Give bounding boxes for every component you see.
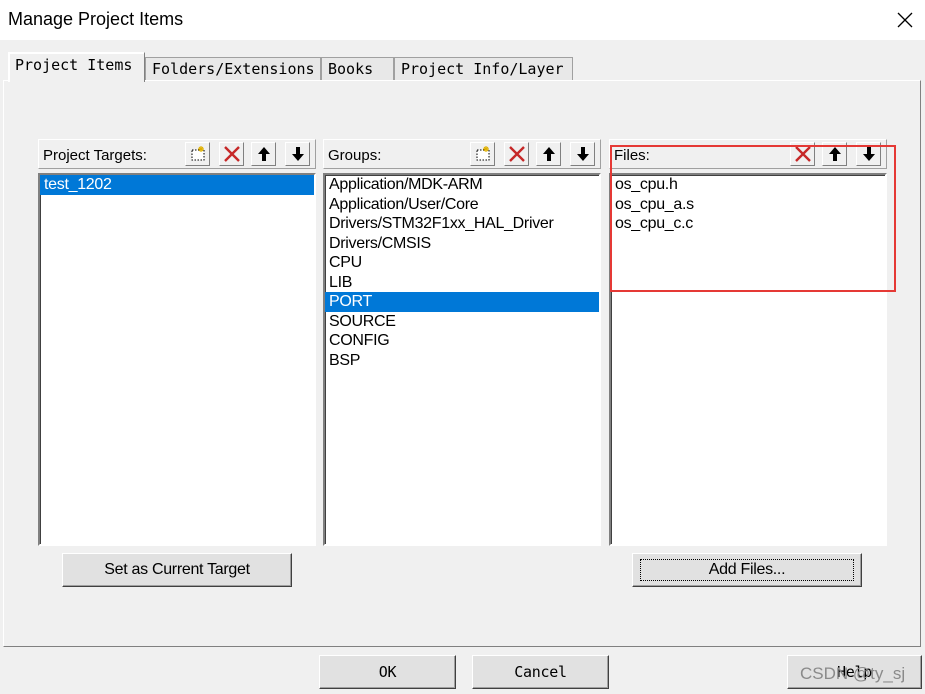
title-bar: Manage Project Items xyxy=(0,0,925,40)
tab-project-info-layer[interactable]: Project Info/Layer xyxy=(394,57,573,81)
add-files-button[interactable]: Add Files... xyxy=(632,553,862,587)
arrow-down-icon xyxy=(862,147,875,161)
cancel-label: Cancel xyxy=(514,663,567,681)
list-item-group[interactable]: Application/MDK-ARM xyxy=(325,175,599,195)
tab-folders-extensions[interactable]: Folders/Extensions xyxy=(145,57,321,81)
arrow-up-icon xyxy=(828,147,841,161)
new-target-button[interactable] xyxy=(185,142,210,166)
groups-label: Groups: xyxy=(328,147,382,164)
list-item-group[interactable]: Application/User/Core xyxy=(325,195,599,215)
cancel-button[interactable]: Cancel xyxy=(472,655,609,689)
ok-button[interactable]: OK xyxy=(319,655,456,689)
list-item-group[interactable]: Drivers/STM32F1xx_HAL_Driver xyxy=(325,214,599,234)
close-icon xyxy=(897,12,913,28)
move-file-down-button[interactable] xyxy=(856,142,881,166)
list-item-group[interactable]: CONFIG xyxy=(325,331,599,351)
list-item-target[interactable]: test_1202 xyxy=(40,175,314,195)
list-item-group[interactable]: BSP xyxy=(325,351,599,371)
arrow-up-icon xyxy=(542,147,555,161)
ok-label: OK xyxy=(378,663,397,681)
files-header: Files: xyxy=(609,139,887,169)
list-item-group[interactable]: SOURCE xyxy=(325,312,599,332)
tab-books[interactable]: Books xyxy=(321,57,394,81)
list-item-group[interactable]: PORT xyxy=(325,292,599,312)
set-current-target-label: Set as Current Target xyxy=(104,561,250,578)
groups-header: Groups: xyxy=(323,139,601,169)
targets-list[interactable]: test_1202 xyxy=(38,173,316,546)
set-current-target-button[interactable]: Set as Current Target xyxy=(62,553,292,587)
move-group-up-button[interactable] xyxy=(536,142,561,166)
window-title: Manage Project Items xyxy=(8,9,184,29)
list-item-file[interactable]: os_cpu_a.s xyxy=(611,195,885,215)
tab-project-items[interactable]: Project Items xyxy=(8,52,145,82)
list-item-group[interactable]: LIB xyxy=(325,273,599,293)
delete-icon xyxy=(508,146,525,162)
move-group-down-button[interactable] xyxy=(570,142,595,166)
close-button[interactable] xyxy=(885,0,925,40)
delete-target-button[interactable] xyxy=(219,142,244,166)
arrow-down-icon xyxy=(576,147,589,161)
new-item-icon xyxy=(476,146,489,161)
delete-icon xyxy=(223,146,240,162)
delete-group-button[interactable] xyxy=(504,142,529,166)
list-item-file[interactable]: os_cpu_c.c xyxy=(611,214,885,234)
add-files-label: Add Files... xyxy=(639,559,855,581)
move-target-down-button[interactable] xyxy=(285,142,310,166)
list-item-file[interactable]: os_cpu.h xyxy=(611,175,885,195)
targets-label: Project Targets: xyxy=(43,147,147,164)
arrow-down-icon xyxy=(291,147,304,161)
watermark: CSDN @ty_sj xyxy=(800,664,906,683)
new-group-button[interactable] xyxy=(470,142,495,166)
targets-header: Project Targets: xyxy=(38,139,316,169)
new-item-icon xyxy=(191,146,204,161)
delete-file-button[interactable] xyxy=(790,142,815,166)
delete-icon xyxy=(794,146,811,162)
groups-list[interactable]: Application/MDK-ARM Application/User/Cor… xyxy=(323,173,601,546)
list-item-group[interactable]: Drivers/CMSIS xyxy=(325,234,599,254)
files-list[interactable]: os_cpu.h os_cpu_a.s os_cpu_c.c xyxy=(609,173,887,546)
arrow-up-icon xyxy=(257,147,270,161)
move-target-up-button[interactable] xyxy=(251,142,276,166)
files-label: Files: xyxy=(614,147,650,164)
move-file-up-button[interactable] xyxy=(822,142,847,166)
list-item-group[interactable]: CPU xyxy=(325,253,599,273)
